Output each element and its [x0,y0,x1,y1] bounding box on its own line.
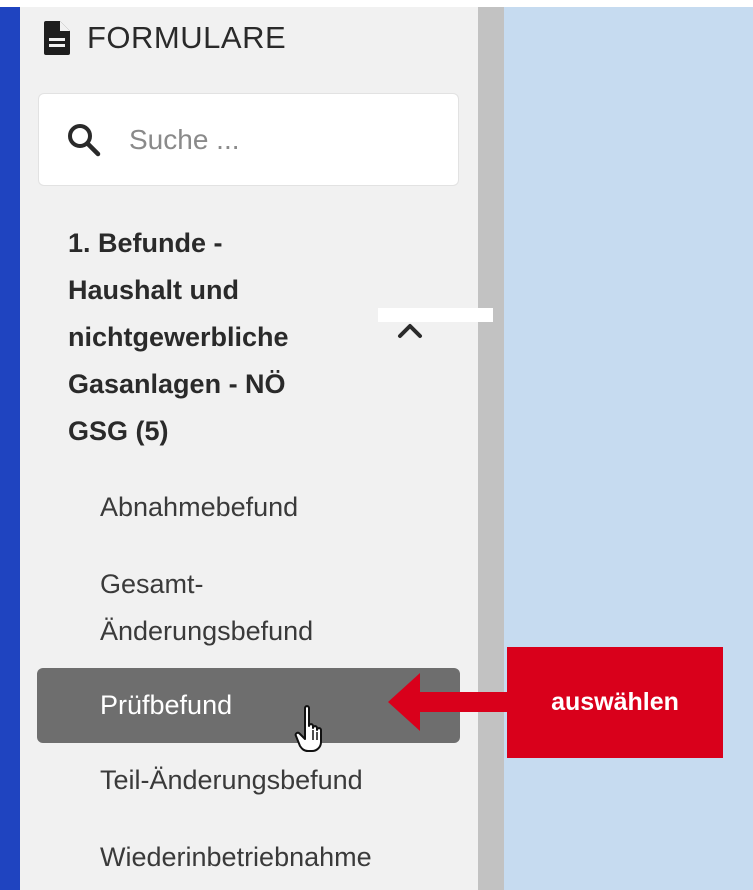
callout-label: auswählen [551,688,679,716]
chevron-up-icon[interactable] [396,320,424,340]
search-icon [68,123,101,156]
accent-bar-gap [0,0,20,7]
form-item-teil-aenderungsbefund[interactable]: Teil-Änderungsbefund [100,757,363,804]
instruction-callout: auswählen [507,647,723,758]
document-icon [44,21,70,55]
form-item-wiederinbetriebnahme[interactable]: Wiederinbetriebnahme [100,834,372,881]
search-input[interactable] [127,122,431,157]
form-item-label: Prüfbefund [100,690,233,720]
form-item-abnahmebefund[interactable]: Abnahmebefund [100,484,298,531]
arrow-left-icon [388,673,513,731]
top-border [20,0,753,7]
form-group-header[interactable]: 1. Befunde - Haushalt und nichtgewerblic… [68,220,388,455]
hand-pointer-icon [294,705,322,752]
sidebar-header: FORMULARE [44,20,286,56]
sidebar-title: FORMULARE [87,20,287,55]
sidebar-scrollbar[interactable] [478,7,504,890]
form-item-gesamt-aenderungsbefund[interactable]: Gesamt- Änderungsbefund [100,561,430,655]
app-accent-bar [0,0,20,890]
form-group-title[interactable]: 1. Befunde - Haushalt und nichtgewerblic… [68,220,388,455]
search-box[interactable] [38,93,459,186]
